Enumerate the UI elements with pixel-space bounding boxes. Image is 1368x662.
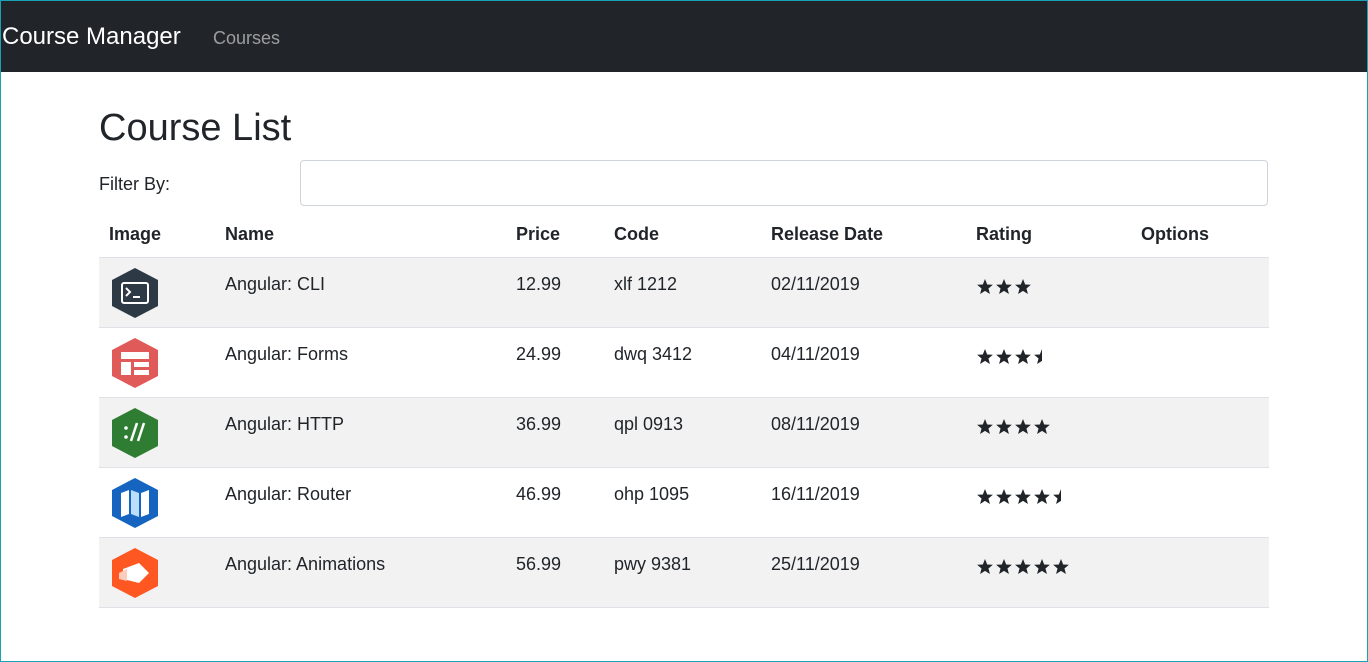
options-cell xyxy=(1131,257,1269,328)
price-cell: 24.99 xyxy=(506,327,604,398)
header-code: Code xyxy=(604,212,761,258)
rating-cell xyxy=(966,537,1131,608)
options-cell xyxy=(1131,327,1269,398)
star-full-icon xyxy=(1015,279,1031,294)
rating-cell xyxy=(966,327,1131,398)
header-rating: Rating xyxy=(966,212,1131,258)
table-row: Angular: Router 46.99 ohp 1095 16/11/201… xyxy=(99,467,1269,538)
table-row: Angular: CLI 12.99 xlf 1212 02/11/2019 xyxy=(99,257,1269,328)
header-name: Name xyxy=(215,212,506,258)
star-full-icon xyxy=(996,489,1012,504)
table-row: Angular: HTTP 36.99 qpl 0913 08/11/2019 xyxy=(99,397,1269,468)
star-full-icon xyxy=(1034,419,1050,434)
star-full-icon xyxy=(1015,559,1031,574)
star-rating xyxy=(976,274,1032,295)
header-release-date: Release Date xyxy=(761,212,966,258)
star-full-icon xyxy=(1034,489,1050,504)
filter-input[interactable] xyxy=(300,160,1268,206)
star-half-icon xyxy=(1034,349,1042,364)
name-cell: Angular: Animations xyxy=(215,537,506,608)
code-cell: ohp 1095 xyxy=(604,467,761,538)
header-options: Options xyxy=(1131,212,1269,258)
image-cell xyxy=(99,537,215,608)
form-layout-icon xyxy=(112,338,158,388)
code-cell: xlf 1212 xyxy=(604,257,761,328)
price-cell: 46.99 xyxy=(506,467,604,538)
release-date-cell: 08/11/2019 xyxy=(761,397,966,468)
star-rating xyxy=(976,344,1051,365)
star-full-icon xyxy=(996,559,1012,574)
star-full-icon xyxy=(977,349,993,364)
table-header-row: Image Name Price Code Release Date Ratin… xyxy=(99,212,1269,258)
code-cell: dwq 3412 xyxy=(604,327,761,398)
rating-cell xyxy=(966,467,1131,538)
table-row: Angular: Animations 56.99 pwy 9381 25/11… xyxy=(99,537,1269,608)
header-price: Price xyxy=(506,212,604,258)
star-full-icon xyxy=(1053,559,1069,574)
options-cell xyxy=(1131,467,1269,538)
terminal-icon xyxy=(112,268,158,318)
name-cell: Angular: HTTP xyxy=(215,397,506,468)
star-rating xyxy=(976,554,1070,575)
name-cell: Angular: Router xyxy=(215,467,506,538)
price-cell: 12.99 xyxy=(506,257,604,328)
star-full-icon xyxy=(1015,419,1031,434)
star-full-icon xyxy=(996,279,1012,294)
release-date-cell: 16/11/2019 xyxy=(761,467,966,538)
brand-link[interactable]: Course Manager xyxy=(2,23,181,51)
motion-shape-icon xyxy=(112,548,158,598)
star-full-icon xyxy=(977,419,993,434)
map-icon xyxy=(112,478,158,528)
image-cell xyxy=(99,467,215,538)
star-full-icon xyxy=(977,279,993,294)
star-full-icon xyxy=(996,349,1012,364)
course-table: Image Name Price Code Release Date Ratin… xyxy=(99,212,1269,608)
release-date-cell: 02/11/2019 xyxy=(761,257,966,328)
page-title: Course List xyxy=(99,107,292,149)
name-cell: Angular: CLI xyxy=(215,257,506,328)
filter-label: Filter By: xyxy=(99,174,171,194)
options-cell xyxy=(1131,397,1269,468)
name-cell: Angular: Forms xyxy=(215,327,506,398)
options-cell xyxy=(1131,537,1269,608)
navbar: Course Manager Courses xyxy=(1,1,1367,72)
nav-link-courses[interactable]: Courses xyxy=(213,28,280,49)
header-image: Image xyxy=(99,212,215,258)
price-cell: 36.99 xyxy=(506,397,604,468)
star-full-icon xyxy=(977,559,993,574)
image-cell xyxy=(99,397,215,468)
rating-cell xyxy=(966,397,1131,468)
code-cell: qpl 0913 xyxy=(604,397,761,468)
code-cell: pwy 9381 xyxy=(604,537,761,608)
star-full-icon xyxy=(1015,349,1031,364)
star-rating xyxy=(976,414,1051,435)
release-date-cell: 04/11/2019 xyxy=(761,327,966,398)
star-full-icon xyxy=(977,489,993,504)
rating-cell xyxy=(966,257,1131,328)
star-full-icon xyxy=(1015,489,1031,504)
star-full-icon xyxy=(996,419,1012,434)
http-slashes-icon xyxy=(112,408,158,458)
star-half-icon xyxy=(1053,489,1061,504)
release-date-cell: 25/11/2019 xyxy=(761,537,966,608)
image-cell xyxy=(99,327,215,398)
table-row: Angular: Forms 24.99 dwq 3412 04/11/2019 xyxy=(99,327,1269,398)
price-cell: 56.99 xyxy=(506,537,604,608)
image-cell xyxy=(99,257,215,328)
star-full-icon xyxy=(1034,559,1050,574)
star-rating xyxy=(976,484,1070,505)
